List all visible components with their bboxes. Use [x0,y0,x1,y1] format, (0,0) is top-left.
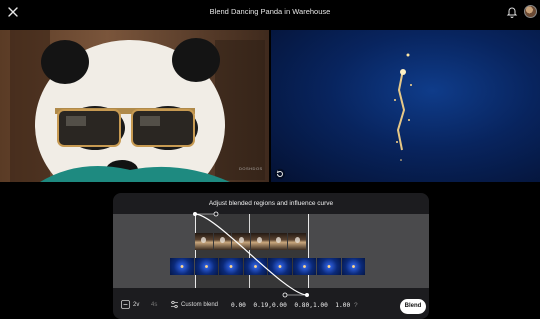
target-video-fireworks [271,30,540,182]
blend-button[interactable]: Blend [400,299,426,314]
source-video-panda: DOSHDOS [0,30,269,182]
page-title: Blend Dancing Panda in Warehouse [209,7,331,16]
fireworks-image [394,53,412,161]
curve-control-handle-1[interactable] [213,211,219,217]
length-icon[interactable] [121,300,130,309]
reset-icon[interactable] [274,168,286,180]
blend-mode-selector[interactable]: Custom blend [181,302,218,308]
length-option[interactable]: 2v [133,302,139,308]
blend-toolbar: 2v 4s Custom blend 0.00 0.19,0.00 0.80,1… [113,295,429,317]
watermark: DOSHDOS [239,166,263,171]
avatar[interactable] [524,5,537,18]
blend-panel: Adjust blended regions and influence cur… [113,193,429,319]
sliders-icon[interactable] [170,300,179,309]
curve-values[interactable]: 0.00 0.19,0.00 0.80,1.00 1.00 [231,302,350,309]
duration-option[interactable]: 4s [151,302,157,308]
help-button[interactable]: ? [354,302,358,309]
curve-start-handle[interactable] [193,212,197,216]
top-bar: Blend Dancing Panda in Warehouse [0,0,540,26]
bell-icon[interactable] [506,5,518,19]
panda-image [10,30,265,182]
